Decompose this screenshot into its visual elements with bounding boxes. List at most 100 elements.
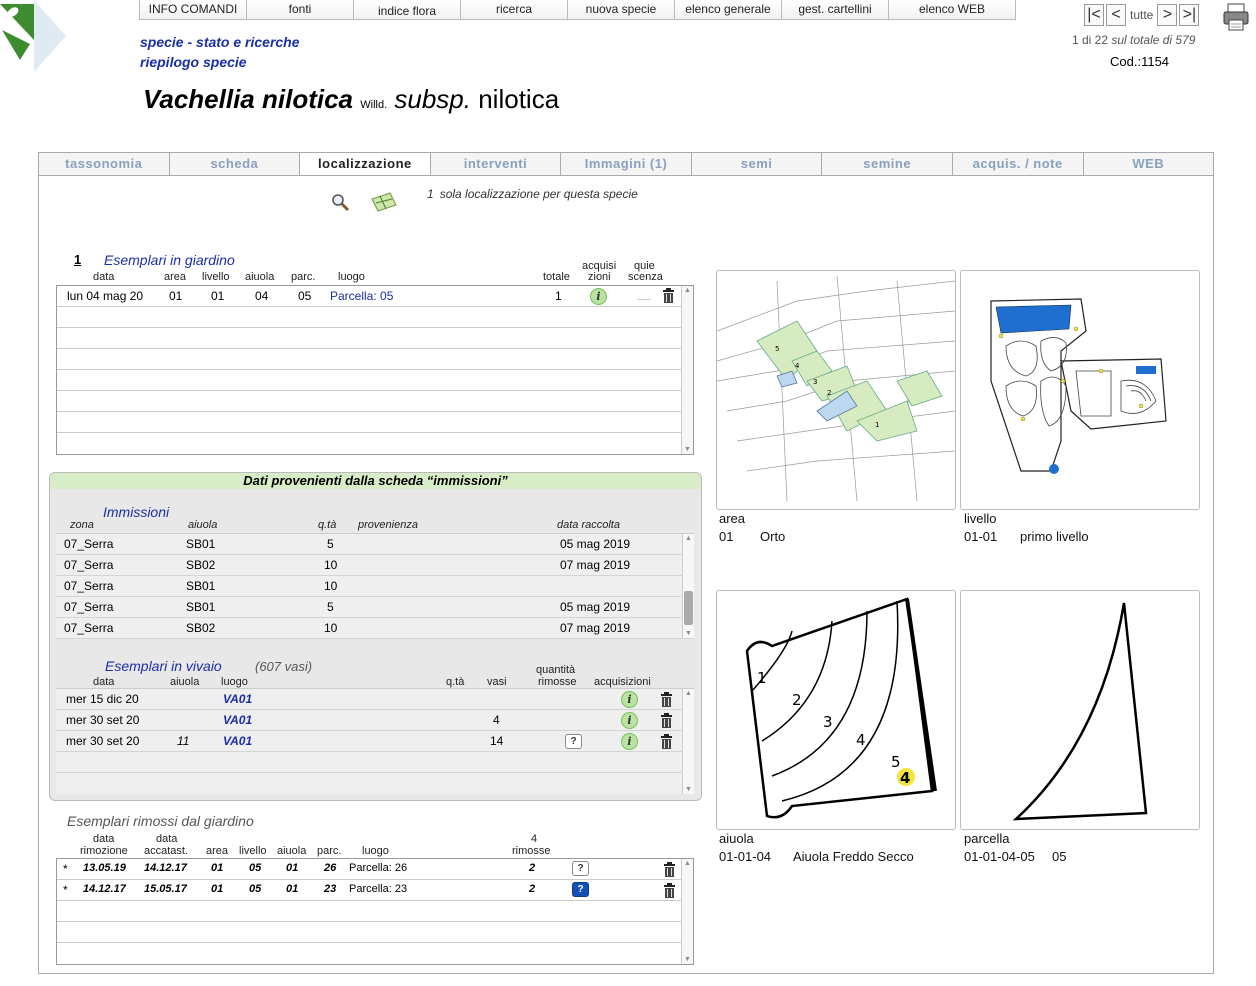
scroll-down-icon[interactable]: ▼ [685,786,692,793]
table-row[interactable] [57,391,693,412]
subtitle-stato-ricerche[interactable]: specie - stato e ricerche [140,34,300,50]
menu-nuova-specie[interactable]: nuova specie [568,0,675,19]
tab-tassonomia[interactable]: tassonomia [39,153,170,175]
menu-indice-flora[interactable]: indice flora [354,0,461,19]
table-row[interactable]: mer 15 dic 20 VA01 i [56,689,694,710]
tab-acquis-note[interactable]: acquis. / note [953,153,1084,175]
menu-info-comandi[interactable]: INFO COMANDI [140,0,247,19]
scroll-up-icon[interactable]: ▲ [684,287,691,294]
species-name: Vachellia nilotica [143,84,354,114]
imm-cell-aiuola: SB01 [186,600,216,614]
table-row[interactable]: 07_Serra SB02 10 07 mag 2019 [56,618,694,639]
menu-ricerca[interactable]: ricerca [461,0,568,19]
question-icon[interactable]: ? [565,734,582,749]
imm-hdr-zona: zona [70,519,94,531]
info-icon[interactable]: i [621,691,638,708]
imm-cell-aiuola: SB02 [186,621,216,635]
parcella-map [1012,602,1148,821]
magnifier-icon[interactable] [330,192,350,212]
menu-gest-cartellini[interactable]: gest. cartellini [782,0,889,19]
info-icon[interactable]: i [621,712,638,729]
trash-icon[interactable] [660,734,673,749]
question-icon[interactable]: ? [572,882,589,897]
scroll-down-icon[interactable]: ▼ [684,956,691,963]
scroll-down-icon[interactable]: ▼ [684,446,691,453]
subtitle-riepilogo[interactable]: riepilogo specie [140,54,247,70]
rem-cell-mark: * [63,883,68,897]
table-row[interactable] [57,412,693,433]
parcella-map-card[interactable] [960,590,1200,830]
prev-record-button[interactable]: < [1106,4,1126,26]
table-row[interactable]: * 14.12.17 15.05.17 01 05 01 23 Parcella… [57,880,693,901]
info-icon[interactable]: i [590,288,607,305]
vivaio-count: (607 vasi) [255,659,313,674]
table-row[interactable] [57,922,693,943]
map-icon[interactable] [370,191,398,213]
table-row[interactable] [57,370,693,391]
tab-immagini[interactable]: Immagini (1) [561,153,692,175]
garden-scrollbar[interactable]: ▲ ▼ [681,286,693,454]
table-row[interactable] [57,349,693,370]
table-row[interactable] [57,307,693,328]
quiescenza-field[interactable] [637,292,651,300]
vivaio-scrollbar[interactable]: ▲ ▼ [682,689,694,794]
livello-map-card[interactable] [960,270,1200,510]
aiuola-number-highlighted: 4 [900,769,910,787]
table-row[interactable]: 07_Serra SB02 10 07 mag 2019 [56,555,694,576]
table-row[interactable] [56,752,694,773]
printer-icon[interactable] [1222,2,1250,32]
scroll-up-icon[interactable]: ▲ [684,860,691,867]
scroll-thumb[interactable] [684,591,693,625]
aiuola-map-card[interactable]: 1 2 3 4 5 4 [716,590,956,830]
garden-hdr-totale: totale [543,271,570,283]
table-row[interactable]: 07_Serra SB01 5 05 mag 2019 [56,534,694,555]
rem-hdr-d1a: data [93,833,115,845]
area-map-card[interactable]: 5 4 3 2 1 [716,270,956,510]
tab-interventi[interactable]: interventi [431,153,562,175]
tab-scheda[interactable]: scheda [170,153,301,175]
removed-scrollbar[interactable]: ▲ ▼ [681,859,693,964]
table-row[interactable]: lun 04 mag 20 01 01 04 05 Parcella: 05 1… [57,286,693,307]
table-row[interactable]: mer 30 set 20 VA01 4 i [56,710,694,731]
species-title: Vachellia nilotica Willd. subsp. nilotic… [143,84,559,115]
rem-cell-livello: 05 [249,883,262,895]
table-row[interactable] [57,328,693,349]
last-record-button[interactable]: >| [1179,4,1200,26]
trash-icon[interactable] [660,713,673,728]
trash-icon[interactable] [663,862,676,877]
table-row[interactable]: mer 30 set 20 11 VA01 14 ? i [56,731,694,752]
next-record-button[interactable]: > [1157,4,1178,26]
viv-cell-luogo[interactable]: VA01 [223,734,252,748]
viv-cell-luogo[interactable]: VA01 [223,713,252,727]
menu-elenco-generale[interactable]: elenco generale [675,0,782,19]
first-record-button[interactable]: |< [1084,4,1104,26]
area-label: area [719,511,746,526]
tab-web[interactable]: WEB [1084,153,1214,175]
question-icon[interactable]: ? [572,861,589,876]
tab-localizzazione[interactable]: localizzazione [300,153,431,175]
trash-icon[interactable] [663,883,676,898]
table-row[interactable]: 07_Serra SB01 10 [56,576,694,597]
localization-count: 1 [427,187,434,201]
garden-hdr-parc: parc. [291,271,316,283]
table-row[interactable]: * 13.05.19 14.12.17 01 05 01 26 Parcella… [57,859,693,880]
table-row[interactable] [57,901,693,922]
trash-icon[interactable] [662,288,675,303]
tab-semi[interactable]: semi [692,153,823,175]
trash-icon[interactable] [660,692,673,707]
rem-cell-aiuola: 01 [286,883,299,895]
immissioni-scrollbar[interactable]: ▲ ▼ [682,534,694,638]
menu-fonti[interactable]: fonti [247,0,354,19]
info-icon[interactable]: i [621,733,638,750]
all-records-link[interactable]: tutte [1130,8,1153,22]
table-row[interactable]: 07_Serra SB01 5 05 mag 2019 [56,597,694,618]
imm-cell-data: 07 mag 2019 [560,558,631,572]
scroll-up-icon[interactable]: ▲ [685,690,692,697]
viv-cell-luogo[interactable]: VA01 [223,692,252,706]
scroll-down-icon[interactable]: ▼ [685,630,692,637]
menu-elenco-web[interactable]: elenco WEB [889,0,1015,19]
parcella-name: 05 [1052,849,1067,864]
garden-cell-luogo[interactable]: Parcella: 05 [330,289,393,303]
scroll-up-icon[interactable]: ▲ [685,535,692,542]
tab-semine[interactable]: semine [822,153,953,175]
